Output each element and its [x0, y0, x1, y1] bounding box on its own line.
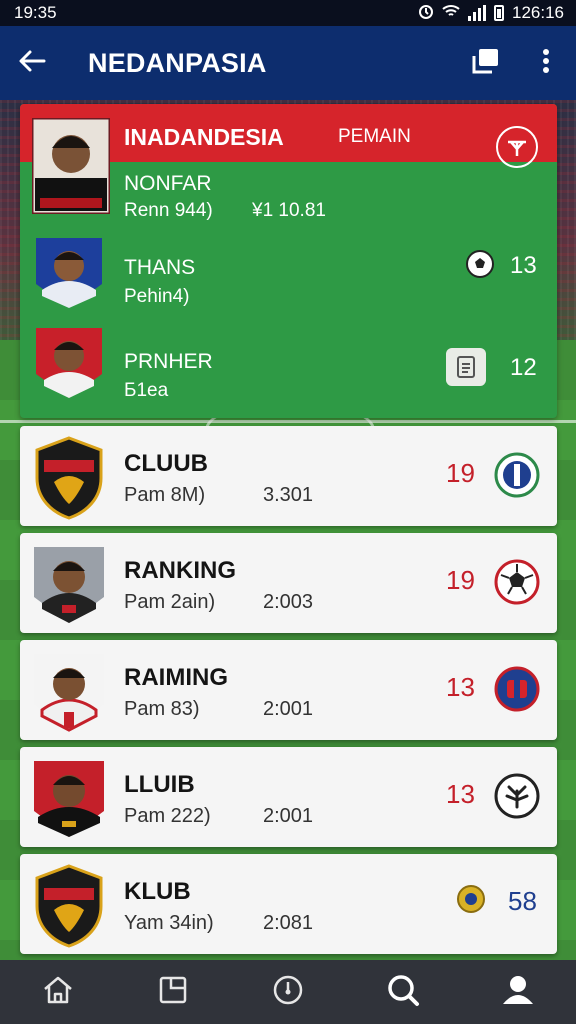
- player-avatar: [34, 650, 104, 732]
- list-item-name: LLUIB: [124, 771, 195, 798]
- document-icon: [158, 975, 188, 1010]
- search-icon: [386, 973, 420, 1012]
- player-avatar: [36, 328, 102, 398]
- player-name: THANS: [124, 256, 196, 279]
- player-avatar: [34, 543, 104, 623]
- featured-row[interactable]: NONFAR Renn 944) ¥1 10.81: [20, 116, 557, 221]
- player-avatar: [34, 757, 104, 837]
- nav-home[interactable]: [23, 962, 93, 1022]
- status-right-time: 126:16: [512, 3, 564, 22]
- document-icon: [446, 348, 486, 386]
- list-item-sub: Pam 2ain): [124, 591, 216, 613]
- nav-profile[interactable]: [483, 962, 553, 1022]
- player-sub: Renn 944): [124, 200, 213, 221]
- list-item-name: RANKING: [124, 557, 236, 584]
- back-button[interactable]: [0, 26, 64, 100]
- club-badge-icon: [494, 666, 540, 712]
- list-item[interactable]: RANKING Pam 2ain) 2:003 19: [20, 533, 557, 633]
- player-photo: [30, 116, 112, 216]
- status-time: 19:35: [14, 3, 57, 22]
- club-badge-icon: [494, 773, 540, 819]
- arrow-left-icon: [18, 49, 46, 78]
- soccer-ball-icon: [464, 248, 496, 280]
- signal-icon: [468, 5, 486, 21]
- nav-schedule[interactable]: [253, 962, 323, 1022]
- list-item-number: 58: [508, 886, 537, 916]
- nav-search[interactable]: [368, 962, 438, 1022]
- list-item-number: 19: [446, 458, 475, 488]
- soccer-ball-icon: [494, 559, 540, 605]
- list-item-year: 2:003: [263, 591, 314, 613]
- player-value: ¥1 10.81: [252, 200, 326, 221]
- nav-documents[interactable]: [138, 962, 208, 1022]
- home-icon: [42, 975, 74, 1010]
- list-item-sub: Yam 34in): [124, 912, 214, 934]
- list-item-number: 19: [446, 565, 475, 595]
- list-item[interactable]: CLUUB Pam 8M) 3.301 19: [20, 426, 557, 526]
- more-options-button[interactable]: [516, 26, 576, 100]
- profile-icon: [501, 974, 535, 1011]
- alarm-icon: [418, 3, 434, 24]
- list-item-sub: Pam 8M): [124, 484, 206, 506]
- club-crest-icon: [34, 436, 104, 520]
- clock-icon: [272, 974, 304, 1011]
- player-name: NONFAR: [124, 172, 212, 195]
- medal-icon: [456, 884, 486, 914]
- club-crest-icon: [34, 864, 104, 948]
- bottom-navigation: [0, 960, 576, 1024]
- list-item-name: CLUUB: [124, 450, 208, 477]
- featured-row[interactable]: THANS Pehin4) 13: [20, 232, 557, 322]
- copy-icon: [471, 47, 501, 80]
- more-vertical-icon: [542, 48, 550, 79]
- list-item-name: RAIMING: [124, 664, 228, 691]
- status-icons: 126:16: [418, 3, 564, 24]
- list-item-year: 2:081: [263, 912, 314, 934]
- app-bar: NEDANPASIA: [0, 26, 576, 100]
- share-button[interactable]: [456, 26, 516, 100]
- featured-team-card[interactable]: INADANDESIA PEMAIN NONFAR Renn 944) ¥1 1…: [20, 104, 557, 418]
- list-item-number: 13: [446, 779, 475, 809]
- player-name: PRNHER: [124, 350, 213, 373]
- player-number: 13: [510, 252, 537, 279]
- list-item-sub: Pam 83): [124, 698, 200, 720]
- list-item-year: 2:001: [263, 805, 314, 827]
- player-number: 12: [510, 354, 537, 381]
- list-item-year: 2:001: [263, 698, 314, 720]
- list-item-name: KLUB: [124, 878, 191, 905]
- list-item-sub: Pam 222): [124, 805, 211, 827]
- list-item[interactable]: KLUB Yam 34in) 2:081 58: [20, 854, 557, 954]
- page-title: NEDANPASIA: [88, 47, 267, 78]
- battery-icon: [494, 5, 504, 21]
- player-avatar: [36, 238, 102, 308]
- player-sub: Б1ea: [124, 380, 169, 401]
- list-item[interactable]: LLUIB Pam 222) 2:001 13: [20, 747, 557, 847]
- player-sub: Pehin4): [124, 286, 190, 307]
- list-item[interactable]: RAIMING Pam 83) 2:001 13: [20, 640, 557, 740]
- list-item-number: 13: [446, 672, 475, 702]
- featured-row[interactable]: PRNHER Б1ea 12: [20, 324, 557, 414]
- list-item-year: 3.301: [263, 484, 314, 506]
- club-badge-icon: [494, 452, 540, 498]
- status-bar: 19:35 126:16: [0, 0, 576, 26]
- wifi-icon: [442, 3, 460, 24]
